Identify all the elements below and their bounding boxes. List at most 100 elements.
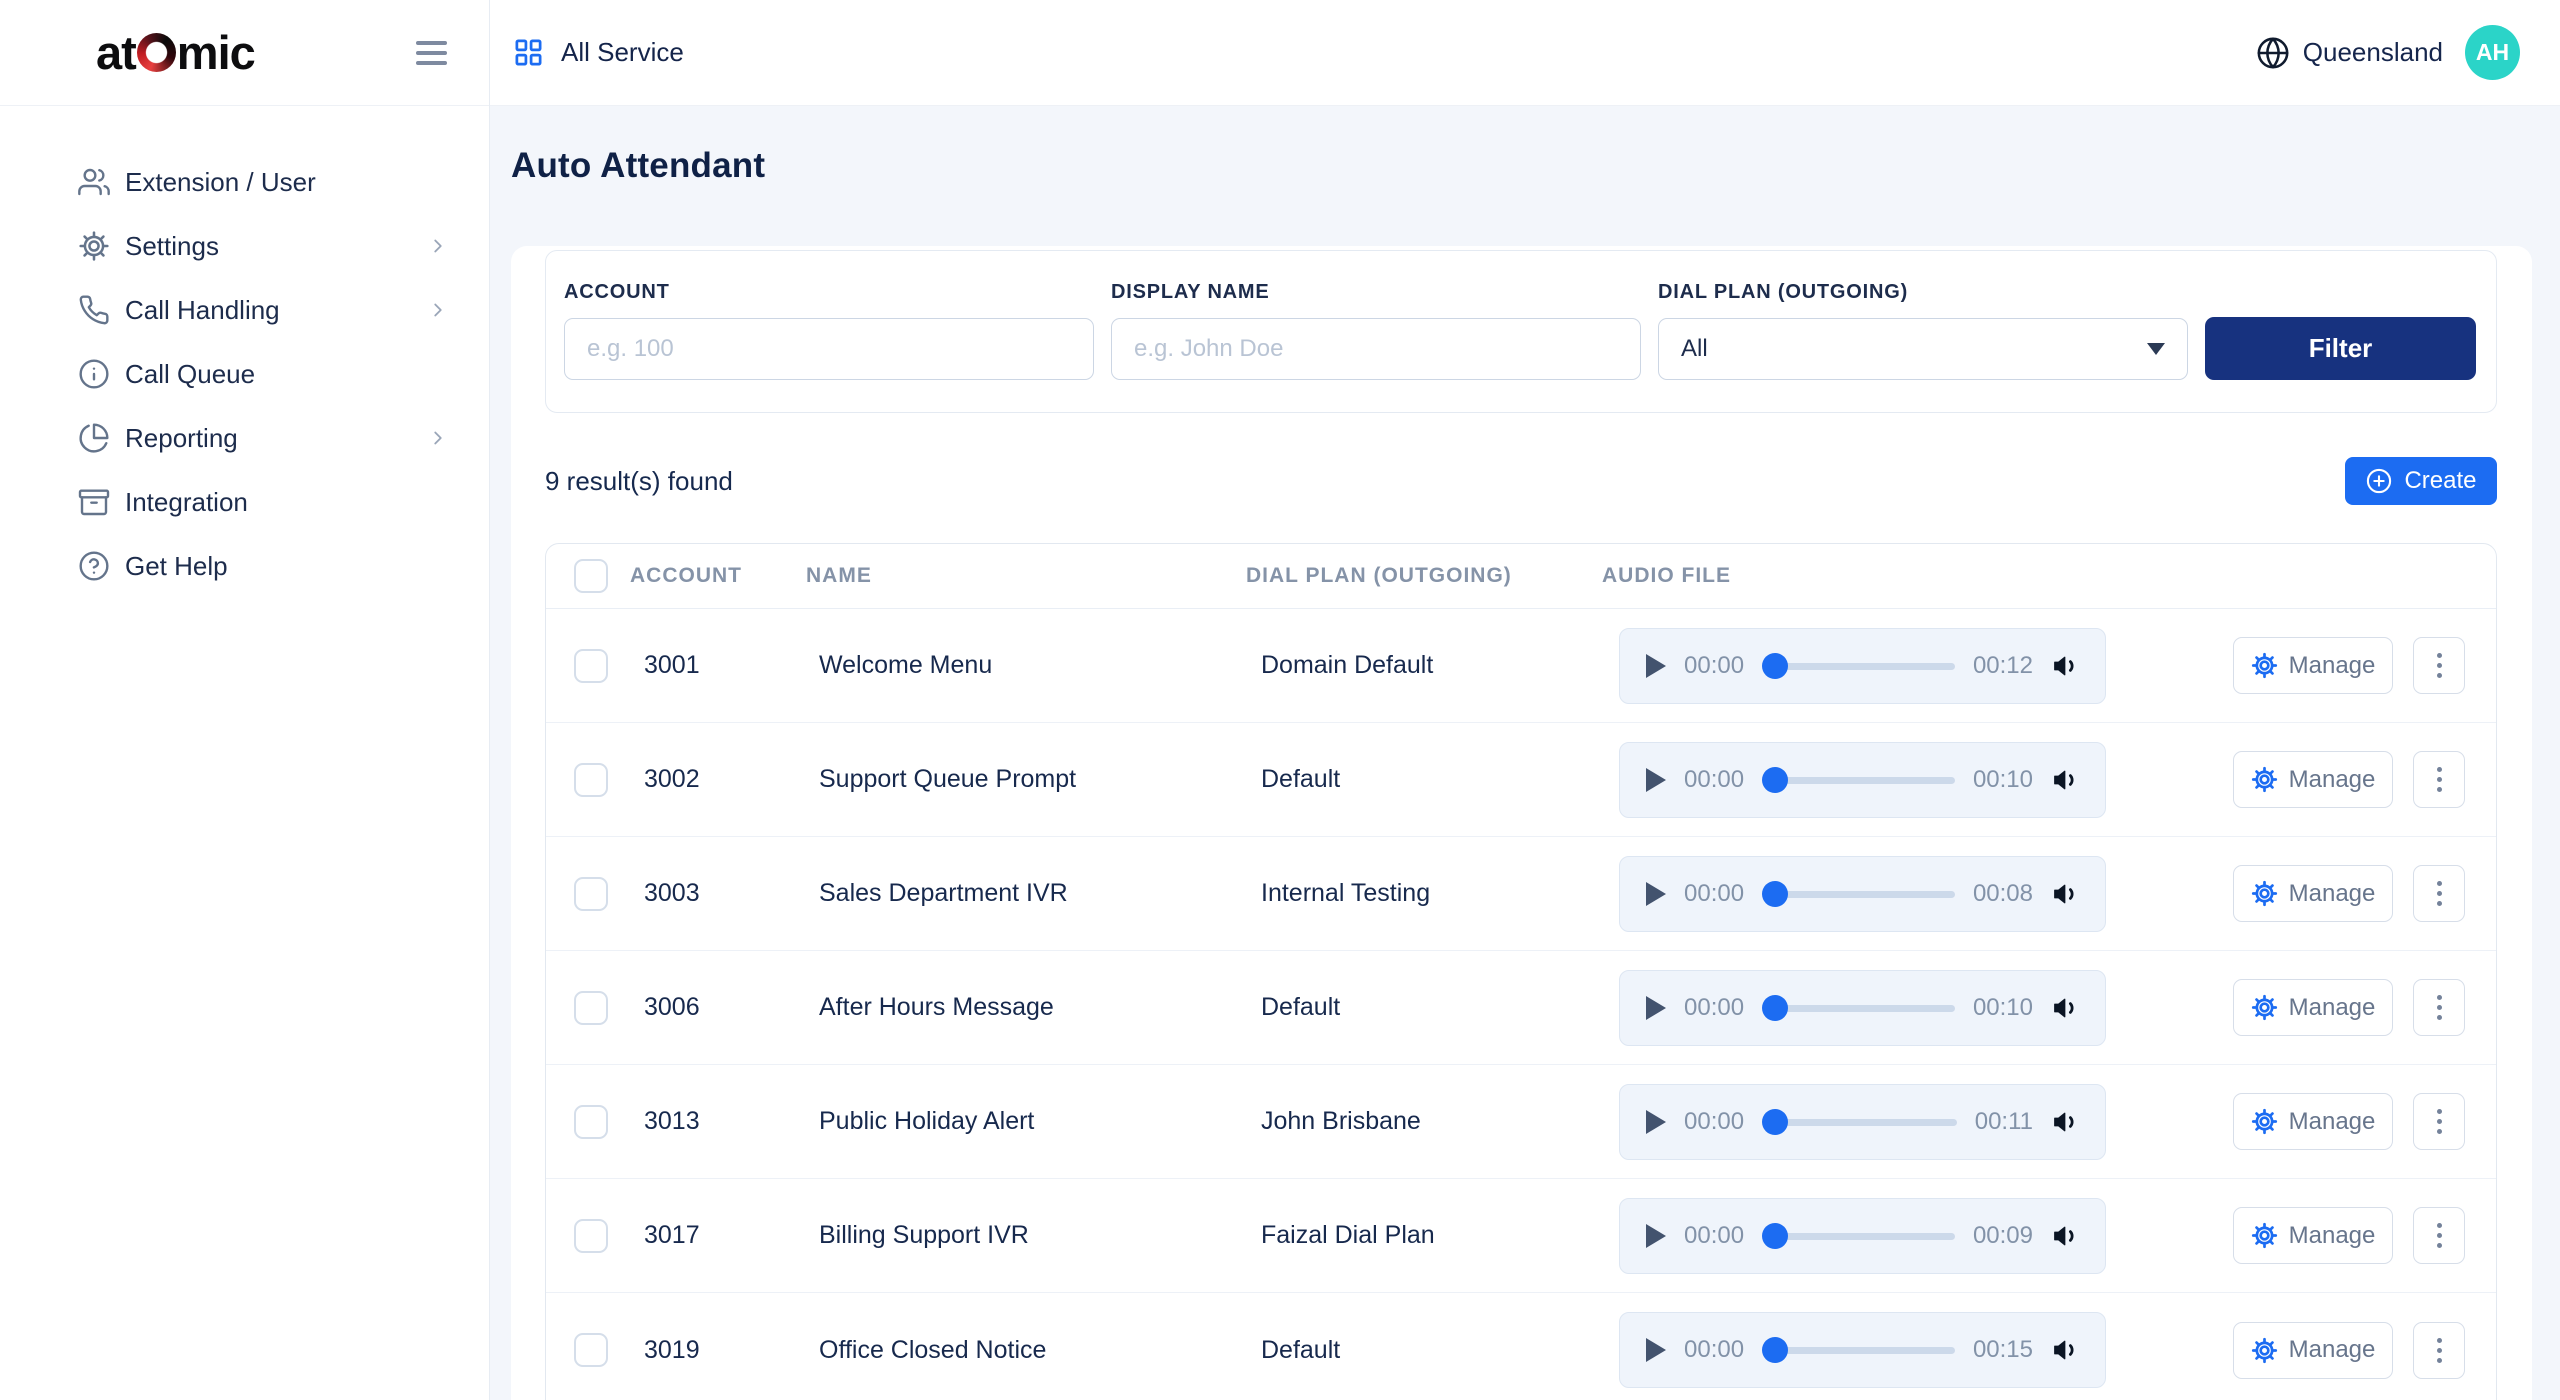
row-checkbox[interactable] [574, 990, 608, 1025]
sidebar-item-label: Call Queue [125, 358, 256, 389]
column-header-name: NAME [806, 564, 872, 587]
phone-icon [78, 294, 110, 326]
audio-progress-slider[interactable] [1762, 1337, 1955, 1363]
play-icon[interactable] [1646, 1223, 1666, 1248]
name-cell: After Hours Message [819, 993, 1054, 1021]
row-checkbox[interactable] [574, 648, 608, 683]
manage-button[interactable]: Manage [2233, 979, 2393, 1036]
play-icon[interactable] [1646, 995, 1666, 1020]
slider-thumb[interactable] [1762, 766, 1789, 793]
sidebar: at mic Extension / User Settings Call Han… [0, 0, 490, 1400]
play-icon[interactable] [1646, 1109, 1666, 1134]
play-icon[interactable] [1646, 767, 1666, 792]
avatar[interactable]: AH [2465, 25, 2520, 80]
table-row: 3002 Support Queue Prompt Default 00:00 … [546, 723, 2496, 837]
manage-button-label: Manage [2288, 879, 2376, 907]
row-menu-button[interactable] [2413, 637, 2465, 694]
chevron-right-icon [427, 427, 449, 449]
menu-toggle-icon[interactable] [410, 35, 453, 71]
volume-icon[interactable] [2051, 1107, 2081, 1137]
duration: 00:15 [1972, 1336, 2033, 1363]
auto-attendant-table: ACCOUNT NAME DIAL PLAN (OUTGOING) AUDIO … [545, 543, 2497, 1400]
audio-progress-slider[interactable] [1762, 1222, 1955, 1249]
sidebar-item-get-help[interactable]: Get Help [0, 534, 489, 598]
volume-icon[interactable] [2051, 651, 2081, 681]
manage-button-label: Manage [2288, 1221, 2376, 1249]
display-name-filter-input[interactable] [1111, 318, 1641, 380]
row-menu-button[interactable] [2413, 1093, 2465, 1150]
row-checkbox[interactable] [574, 762, 608, 797]
column-header-dial-plan: DIAL PLAN (OUTGOING) [1246, 564, 1512, 587]
audio-progress-slider[interactable] [1762, 652, 1955, 679]
manage-button[interactable]: Manage [2233, 1093, 2393, 1150]
dial-plan-select[interactable]: All [1658, 318, 2188, 380]
slider-thumb[interactable] [1762, 994, 1789, 1021]
play-icon[interactable] [1646, 1338, 1666, 1362]
row-menu-button[interactable] [2413, 751, 2465, 808]
duration: 00:11 [1974, 1107, 2033, 1135]
region-selector[interactable]: Queensland [2256, 36, 2443, 70]
manage-button[interactable]: Manage [2233, 1321, 2393, 1379]
row-checkbox[interactable] [574, 1104, 608, 1139]
account-filter-input[interactable] [564, 318, 1094, 380]
slider-thumb[interactable] [1762, 880, 1789, 907]
chevron-right-icon [427, 299, 449, 321]
volume-icon[interactable] [2051, 1335, 2081, 1365]
display-name-filter-field: DISPLAY NAME [1111, 281, 1641, 380]
plus-circle-icon [2365, 467, 2393, 495]
manage-button[interactable]: Manage [2233, 637, 2393, 694]
sidebar-item-settings[interactable]: Settings [0, 214, 489, 278]
dial-plan-filter-label: DIAL PLAN (OUTGOING) [1658, 281, 1909, 303]
sidebar-item-call-queue[interactable]: Call Queue [0, 342, 489, 406]
row-checkbox[interactable] [574, 876, 608, 911]
slider-thumb[interactable] [1762, 1337, 1789, 1363]
volume-icon[interactable] [2051, 993, 2081, 1023]
table-row: 3019 Office Closed Notice Default 00:00 … [546, 1293, 2496, 1400]
row-menu-button[interactable] [2413, 979, 2465, 1036]
slider-thumb[interactable] [1762, 1222, 1789, 1249]
dropdown-caret-icon [2147, 343, 2165, 355]
account-cell: 3003 [644, 879, 700, 907]
play-icon[interactable] [1646, 653, 1666, 678]
manage-button-label: Manage [2288, 1107, 2376, 1135]
row-menu-button[interactable] [2413, 1321, 2465, 1379]
audio-progress-slider[interactable] [1762, 994, 1955, 1021]
audio-progress-slider[interactable] [1762, 880, 1955, 907]
volume-icon[interactable] [2051, 765, 2081, 795]
slider-thumb[interactable] [1762, 1108, 1789, 1135]
audio-progress-slider[interactable] [1762, 1108, 1957, 1135]
sidebar-item-call-handling[interactable]: Call Handling [0, 278, 489, 342]
gear-icon [2251, 994, 2278, 1021]
row-menu-button[interactable] [2413, 865, 2465, 922]
all-service-switcher[interactable]: All Service [513, 37, 684, 68]
row-menu-button[interactable] [2413, 1207, 2465, 1264]
gear-icon [2251, 1108, 2278, 1135]
globe-icon [2256, 36, 2290, 70]
slider-thumb[interactable] [1762, 652, 1789, 679]
select-all-checkbox[interactable] [574, 559, 608, 593]
gear-icon [78, 230, 110, 262]
gear-icon [2251, 1337, 2278, 1364]
row-checkbox[interactable] [574, 1218, 608, 1253]
row-checkbox[interactable] [574, 1333, 608, 1367]
sidebar-item-label: Call Handling [125, 294, 280, 325]
brand-logo[interactable]: at mic [96, 25, 256, 80]
sidebar-item-extension-user[interactable]: Extension / User [0, 150, 489, 214]
sidebar-item-integration[interactable]: Integration [0, 470, 489, 534]
filter-button[interactable]: Filter [2205, 317, 2476, 380]
table-row: 3013 Public Holiday Alert John Brisbane … [546, 1065, 2496, 1179]
create-button[interactable]: Create [2345, 457, 2497, 505]
manage-button[interactable]: Manage [2233, 1207, 2393, 1264]
content-panel: ACCOUNT DISPLAY NAME DIAL PLAN (OUTGOING… [511, 246, 2532, 1400]
dial-plan-cell: Default [1261, 1335, 1341, 1364]
volume-icon[interactable] [2051, 879, 2081, 909]
manage-button[interactable]: Manage [2233, 751, 2393, 808]
volume-icon[interactable] [2051, 1221, 2081, 1251]
brand-logo-prefix: at [96, 26, 137, 79]
play-icon[interactable] [1646, 881, 1666, 906]
pie-chart-icon [78, 422, 110, 454]
archive-icon [78, 486, 110, 518]
sidebar-item-reporting[interactable]: Reporting [0, 406, 489, 470]
manage-button[interactable]: Manage [2233, 865, 2393, 922]
audio-progress-slider[interactable] [1762, 766, 1955, 793]
